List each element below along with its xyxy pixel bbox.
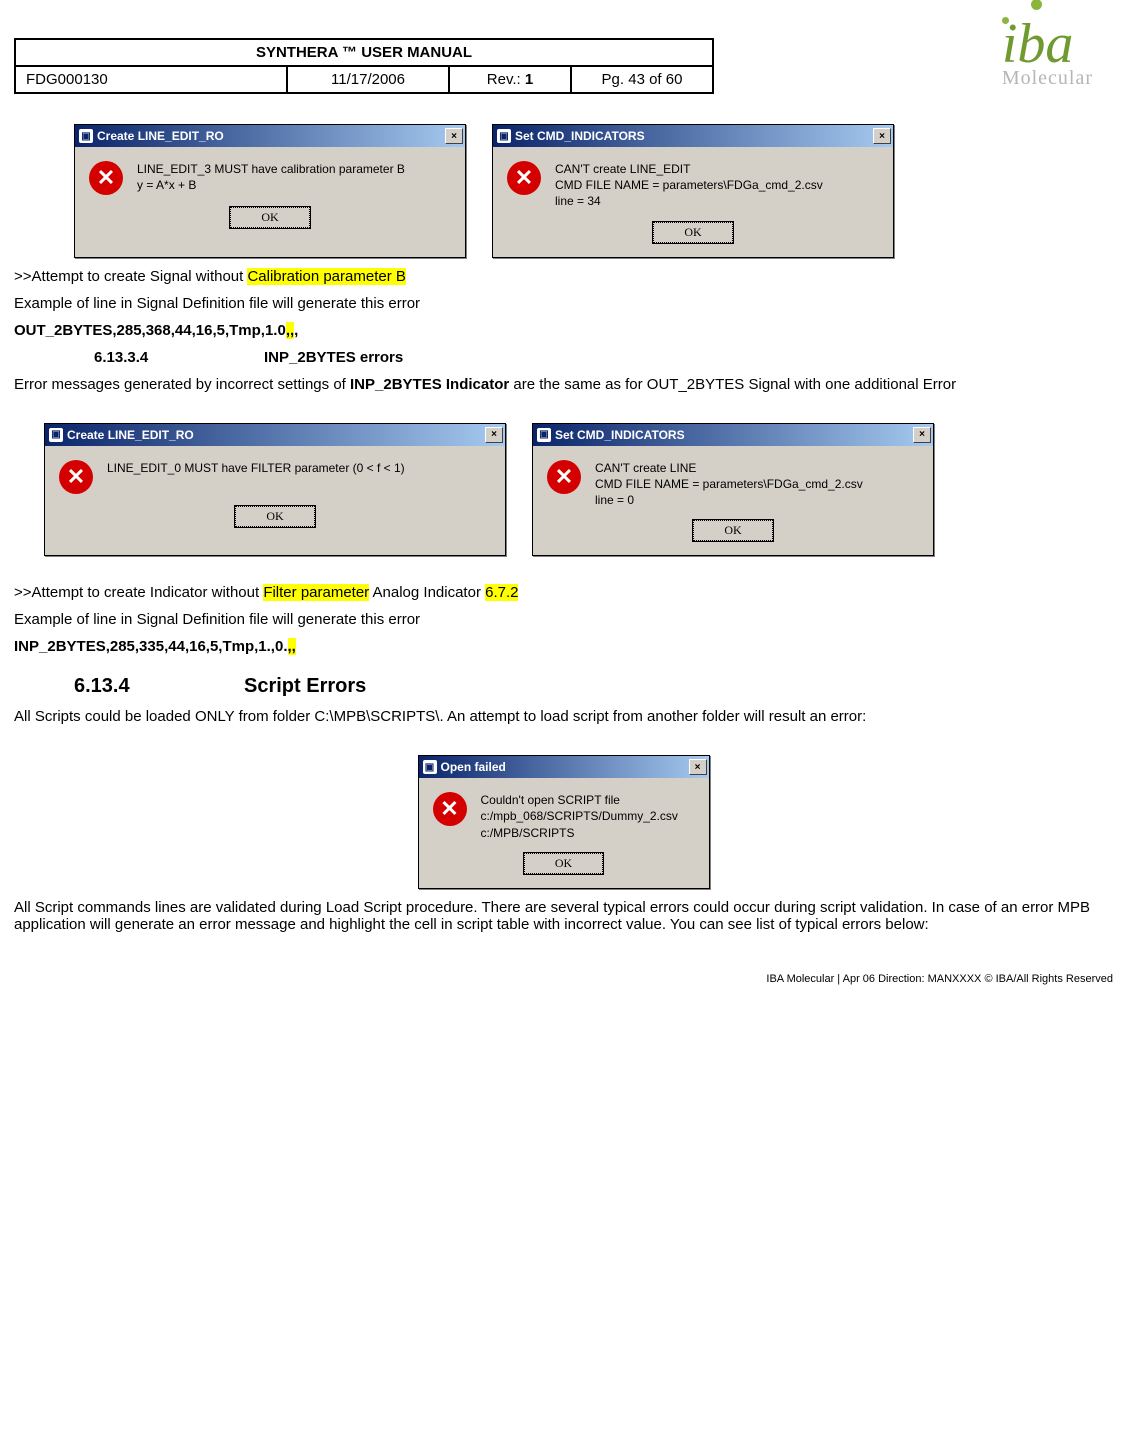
close-icon[interactable]: × [485,427,503,443]
code-line: OUT_2BYTES,285,368,44,16,5,Tmp,1.0,,, [14,322,1113,339]
paragraph: All Script commands lines are validated … [14,899,1113,933]
highlight: 6.7.2 [485,584,518,601]
error-icon: ✕ [59,460,93,494]
system-icon: ▣ [79,129,93,143]
dialog-message: CAN'T create LINE CMD FILE NAME = parame… [595,460,863,509]
close-icon[interactable]: × [445,128,463,144]
dialog-title: Create LINE_EDIT_RO [97,129,224,143]
dialog-title: Open failed [441,760,506,774]
dialog-row-1: ▣ Create LINE_EDIT_RO × ✕ LINE_EDIT_3 MU… [74,124,1113,258]
paragraph: >>Attempt to create Signal without Calib… [14,268,1113,285]
logo-text: iba [1002,21,1093,67]
company-logo: iba Molecular [1002,12,1093,90]
ok-button[interactable]: OK [230,207,309,228]
titlebar: ▣ Open failed × [419,756,709,778]
titlebar: ▣ Create LINE_EDIT_RO × [75,125,465,147]
close-icon[interactable]: × [913,427,931,443]
dialog-set-cmd-1: ▣ Set CMD_INDICATORS × ✕ CAN'T create LI… [492,124,894,258]
close-icon[interactable]: × [689,759,707,775]
section-title: INP_2BYTES errors [264,349,403,366]
section-number: 6.13.4 [74,675,244,698]
section-heading: 6.13.4Script Errors [74,675,1113,698]
dialog-set-cmd-2: ▣ Set CMD_INDICATORS × ✕ CAN'T create LI… [532,423,934,557]
section-number: 6.13.3.4 [94,349,264,366]
section-title: Script Errors [244,675,366,697]
paragraph: Error messages generated by incorrect se… [14,376,1113,393]
doc-id: FDG000130 [15,66,287,93]
section-heading: 6.13.3.4INP_2BYTES errors [94,349,1113,366]
close-icon[interactable]: × [873,128,891,144]
dialog-message: LINE_EDIT_0 MUST have FILTER parameter (… [107,460,405,476]
logo-subtext: Molecular [1002,67,1093,90]
system-icon: ▣ [49,428,63,442]
doc-rev: Rev.: 1 [449,66,571,93]
error-icon: ✕ [507,161,541,195]
paragraph: Example of line in Signal Definition fil… [14,295,1113,312]
dialog-message: LINE_EDIT_3 MUST have calibration parame… [137,161,405,193]
highlight: Filter parameter [263,584,369,601]
page-footer: IBA Molecular | Apr 06 Direction: MANXXX… [14,973,1113,985]
doc-page: Pg. 43 of 60 [571,66,713,93]
doc-date: 11/17/2006 [287,66,449,93]
paragraph: >>Attempt to create Indicator without Fi… [14,584,1113,601]
dialog-open-failed: ▣ Open failed × ✕ Couldn't open SCRIPT f… [418,755,710,889]
dialog-title: Set CMD_INDICATORS [555,428,685,442]
titlebar: ▣ Create LINE_EDIT_RO × [45,424,505,446]
ok-button[interactable]: OK [235,506,314,527]
titlebar: ▣ Set CMD_INDICATORS × [493,125,893,147]
dialog-create-line-edit-2: ▣ Create LINE_EDIT_RO × ✕ LINE_EDIT_0 MU… [44,423,506,557]
dialog-row-2: ▣ Create LINE_EDIT_RO × ✕ LINE_EDIT_0 MU… [44,423,1113,557]
highlight: ,, [288,638,296,655]
highlight: ,, [286,322,294,339]
titlebar: ▣ Set CMD_INDICATORS × [533,424,933,446]
system-icon: ▣ [537,428,551,442]
error-icon: ✕ [547,460,581,494]
dialog-create-line-edit-1: ▣ Create LINE_EDIT_RO × ✕ LINE_EDIT_3 MU… [74,124,466,258]
dialog-row-3: ▣ Open failed × ✕ Couldn't open SCRIPT f… [14,755,1113,889]
system-icon: ▣ [497,129,511,143]
error-icon: ✕ [89,161,123,195]
paragraph: All Scripts could be loaded ONLY from fo… [14,708,1113,725]
paragraph: Example of line in Signal Definition fil… [14,611,1113,628]
header-table: SYNTHERA ™ USER MANUAL FDG000130 11/17/2… [14,38,714,94]
dialog-title: Set CMD_INDICATORS [515,129,645,143]
code-line: INP_2BYTES,285,335,44,16,5,Tmp,1.,0.,, [14,638,1113,655]
system-icon: ▣ [423,760,437,774]
ok-button[interactable]: OK [653,222,732,243]
doc-title: SYNTHERA ™ USER MANUAL [15,39,713,66]
dialog-message: Couldn't open SCRIPT file c:/mpb_068/SCR… [481,792,678,841]
dialog-title: Create LINE_EDIT_RO [67,428,194,442]
highlight: Calibration parameter B [247,268,405,285]
dialog-message: CAN'T create LINE_EDIT CMD FILE NAME = p… [555,161,823,210]
ok-button[interactable]: OK [524,853,603,874]
document-header: SYNTHERA ™ USER MANUAL FDG000130 11/17/2… [14,12,1113,94]
ok-button[interactable]: OK [693,520,772,541]
error-icon: ✕ [433,792,467,826]
